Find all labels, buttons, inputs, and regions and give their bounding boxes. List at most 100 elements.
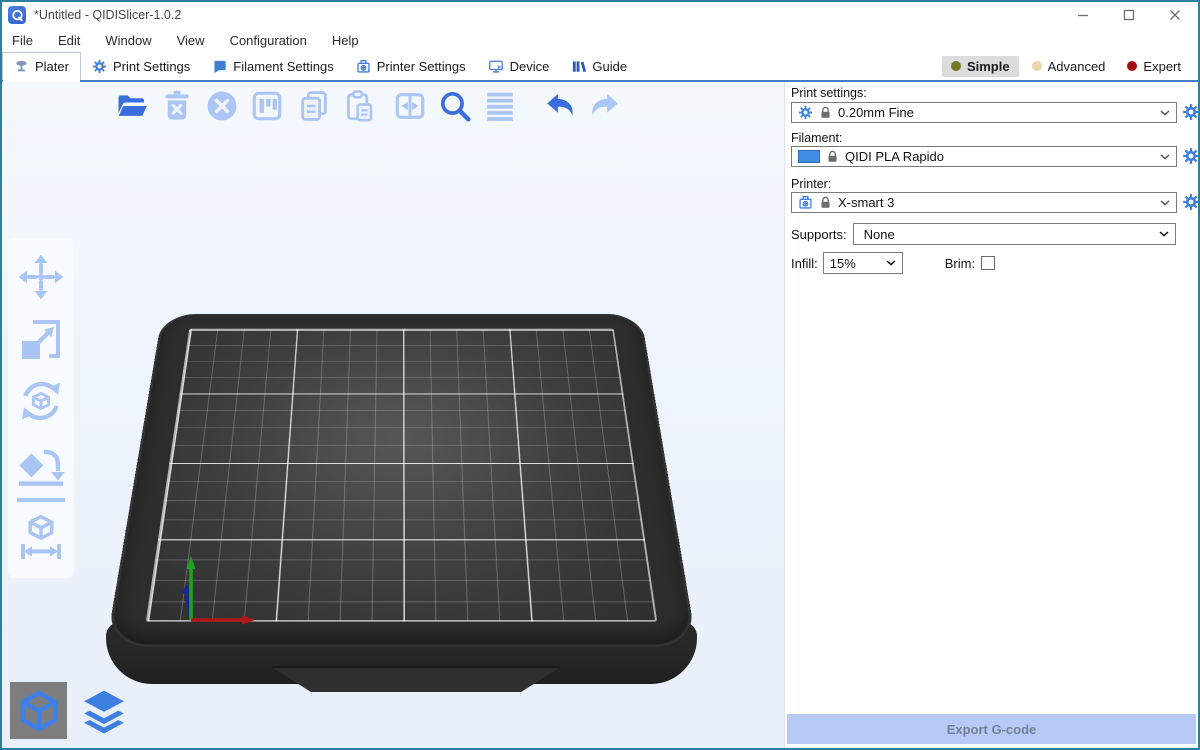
- close-button[interactable]: [1152, 2, 1198, 28]
- search-button[interactable]: [435, 87, 475, 125]
- gear-icon: [92, 59, 107, 74]
- chevron-down-icon: [1160, 200, 1170, 206]
- menu-file[interactable]: File: [10, 31, 35, 50]
- maximize-button[interactable]: [1106, 2, 1152, 28]
- cube-icon: [16, 688, 62, 734]
- lock-icon: [826, 150, 839, 163]
- paste-icon: [342, 89, 376, 123]
- advanced-dot-icon: [1032, 61, 1042, 71]
- mode-expert[interactable]: Expert: [1118, 56, 1190, 77]
- move-icon: [17, 253, 65, 301]
- copy-button[interactable]: [294, 87, 334, 125]
- gizmo-toolbar: [8, 238, 74, 578]
- filament-icon: [212, 59, 227, 74]
- trash-icon: [160, 89, 194, 123]
- arrange-icon: [250, 89, 284, 123]
- tab-printer-settings[interactable]: Printer Settings: [345, 52, 477, 80]
- printer-label: Printer:: [791, 177, 831, 191]
- brim-label: Brim:: [945, 256, 975, 271]
- mode-label: Simple: [967, 59, 1010, 74]
- open-file-button[interactable]: [112, 87, 152, 125]
- edit-printer-button[interactable]: [1182, 193, 1200, 211]
- printer-icon: [798, 195, 813, 210]
- menu-configuration[interactable]: Configuration: [228, 31, 309, 50]
- place-on-face-button[interactable]: [13, 432, 69, 494]
- search-icon: [438, 89, 472, 123]
- place-on-face-icon: [17, 439, 65, 487]
- brim-checkbox[interactable]: [981, 256, 995, 270]
- app-logo-icon: [8, 6, 26, 24]
- delete-all-icon: [205, 89, 239, 123]
- menu-bar: File Edit Window View Configuration Help: [2, 28, 1198, 52]
- tab-label: Filament Settings: [233, 59, 333, 74]
- split-icon: [393, 89, 427, 123]
- variable-layer-height-button[interactable]: [480, 87, 520, 125]
- supports-combo[interactable]: None: [853, 223, 1176, 245]
- tab-filament-settings[interactable]: Filament Settings: [201, 52, 344, 80]
- move-button[interactable]: [13, 246, 69, 308]
- viewport-3d[interactable]: [2, 82, 784, 748]
- editor-3d-toggle[interactable]: [10, 682, 67, 739]
- tab-label: Guide: [592, 59, 627, 74]
- infill-label: Infill:: [791, 256, 818, 271]
- measure-button[interactable]: [13, 506, 69, 568]
- edit-filament-button[interactable]: [1182, 147, 1200, 165]
- settings-panel: Print settings: 0.20mm Fine Filament: QI…: [784, 82, 1198, 748]
- app-window: *Untitled - QIDISlicer-1.0.2 File Edit W…: [0, 0, 1200, 750]
- tab-print-settings[interactable]: Print Settings: [81, 52, 201, 80]
- printer-combo[interactable]: X-smart 3: [791, 192, 1177, 213]
- print-bed-handle: [270, 666, 562, 692]
- redo-icon: [588, 89, 622, 123]
- plater-toolbar: [112, 87, 625, 125]
- tab-label: Plater: [35, 59, 69, 74]
- edit-print-settings-button[interactable]: [1182, 103, 1200, 121]
- arrange-button[interactable]: [247, 87, 287, 125]
- print-settings-combo[interactable]: 0.20mm Fine: [791, 102, 1177, 123]
- delete-button[interactable]: [157, 87, 197, 125]
- infill-value: 15%: [830, 256, 856, 271]
- toolbar-separator: [17, 498, 65, 502]
- filament-combo[interactable]: QIDI PLA Rapido: [791, 146, 1177, 167]
- open-folder-icon: [115, 89, 149, 123]
- lock-icon: [819, 196, 832, 209]
- delete-all-button[interactable]: [202, 87, 242, 125]
- menu-view[interactable]: View: [175, 31, 207, 50]
- expert-dot-icon: [1127, 61, 1137, 71]
- plater-icon: [14, 59, 29, 74]
- chevron-down-icon: [1159, 231, 1169, 237]
- paste-button[interactable]: [339, 87, 379, 125]
- preview-layers-toggle[interactable]: [75, 682, 132, 739]
- redo-button[interactable]: [585, 87, 625, 125]
- export-gcode-button[interactable]: Export G-code: [787, 714, 1196, 744]
- simple-dot-icon: [951, 61, 961, 71]
- filament-value: QIDI PLA Rapido: [845, 149, 944, 164]
- printer-icon: [356, 59, 371, 74]
- supports-row: Supports: None: [791, 223, 1176, 245]
- chevron-down-icon: [886, 260, 896, 266]
- tab-plater[interactable]: Plater: [2, 52, 81, 80]
- rotate-button[interactable]: [13, 370, 69, 432]
- menu-window[interactable]: Window: [103, 31, 153, 50]
- undo-button[interactable]: [540, 87, 580, 125]
- tab-label: Print Settings: [113, 59, 190, 74]
- mode-simple[interactable]: Simple: [942, 56, 1019, 77]
- tab-guide[interactable]: Guide: [560, 52, 638, 80]
- mode-label: Expert: [1143, 59, 1181, 74]
- title-bar[interactable]: *Untitled - QIDISlicer-1.0.2: [2, 2, 1198, 28]
- print-settings-value: 0.20mm Fine: [838, 105, 914, 120]
- menu-help[interactable]: Help: [330, 31, 361, 50]
- mode-advanced[interactable]: Advanced: [1023, 56, 1115, 77]
- menu-edit[interactable]: Edit: [56, 31, 82, 50]
- layers-stack-icon: [79, 686, 129, 736]
- scale-button[interactable]: [13, 308, 69, 370]
- view-toggles: [10, 682, 132, 739]
- scale-icon: [17, 315, 65, 363]
- tab-device[interactable]: Device: [477, 52, 561, 80]
- minimize-button[interactable]: [1060, 2, 1106, 28]
- infill-combo[interactable]: 15%: [823, 252, 903, 274]
- filament-label: Filament:: [791, 131, 842, 145]
- measure-icon: [17, 513, 65, 561]
- main-area: Print settings: 0.20mm Fine Filament: QI…: [2, 82, 1198, 748]
- mode-selector: Simple Advanced Expert: [942, 52, 1198, 80]
- split-button[interactable]: [390, 87, 430, 125]
